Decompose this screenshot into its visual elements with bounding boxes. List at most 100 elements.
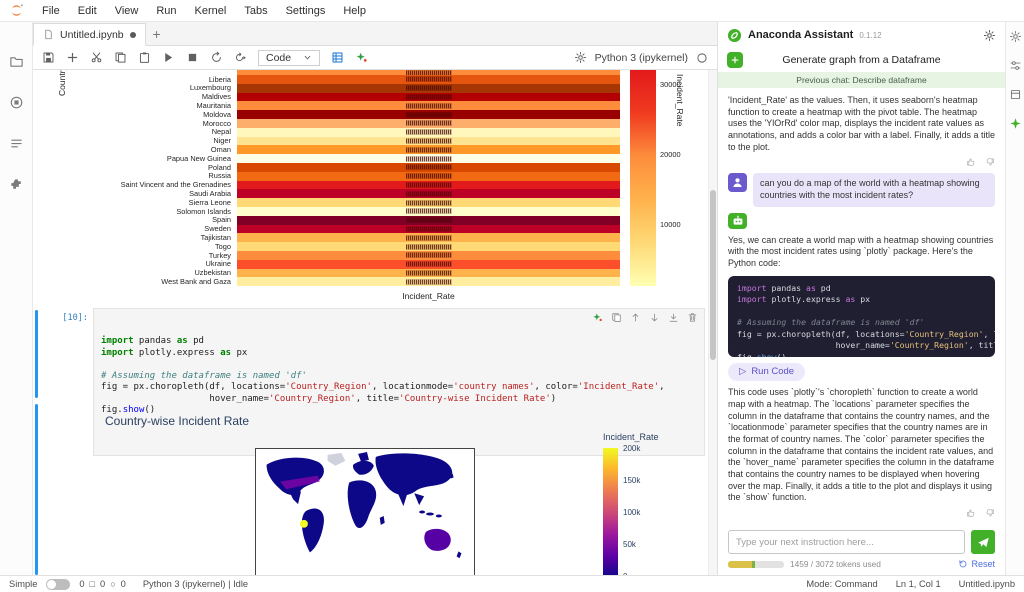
choropleth-output: Country-wise Incident Rate Incident_Rate… [41, 404, 708, 575]
thumb-down-icon[interactable] [985, 508, 995, 518]
heatmap-row-label: Sierra Leone [188, 197, 231, 207]
active-cell-bar[interactable] [35, 310, 38, 398]
heatmap-row: Niger [33, 136, 620, 146]
cut-icon[interactable] [90, 51, 103, 64]
delete-icon[interactable] [687, 312, 698, 323]
grid-icon[interactable] [331, 51, 344, 64]
move-down-icon[interactable] [649, 312, 660, 323]
reset-button[interactable]: Reset [958, 559, 995, 569]
tab-untitled-notebook[interactable]: Untitled.ipynb [33, 23, 146, 46]
add-cell-icon[interactable] [66, 51, 79, 64]
heatmap-colorbar-tick: 10000 [660, 220, 681, 229]
cursor-position[interactable]: Ln 1, Col 1 [896, 579, 941, 589]
heatmap-row: Spain [33, 215, 620, 225]
assistant-sparkle-icon[interactable] [1009, 117, 1022, 130]
heatmap-colorbar-label: Incident_Rate [675, 74, 685, 127]
running-sessions-icon[interactable] [9, 95, 24, 110]
menu-edit[interactable]: Edit [69, 2, 106, 20]
stop-icon[interactable] [186, 51, 199, 64]
heatmap-row: Luxembourg [33, 83, 620, 93]
heatmap-row-label: Niger [213, 136, 231, 146]
cell-toolbar [592, 312, 698, 323]
new-chat-button[interactable] [727, 52, 743, 68]
heatmap-annotations [405, 129, 452, 135]
previous-chat-banner[interactable]: Previous chat: Describe dataframe [718, 72, 1005, 88]
heatmap-row-label: Oman [210, 145, 231, 155]
heatmap-row-band [237, 189, 620, 199]
world-map[interactable] [255, 448, 475, 575]
menu-view[interactable]: View [106, 2, 148, 20]
thumb-up-icon[interactable] [966, 157, 976, 167]
heatmap-row: Nepal [33, 127, 620, 137]
gear-icon[interactable] [1009, 30, 1022, 43]
save-icon[interactable] [42, 51, 55, 64]
copy-icon[interactable] [114, 51, 127, 64]
inspector-icon[interactable] [1009, 88, 1022, 101]
kernel-name[interactable]: Python 3 (ipykernel) [595, 52, 688, 64]
menu-kernel[interactable]: Kernel [186, 2, 236, 20]
insert-below-icon[interactable] [668, 312, 679, 323]
assistant-code-block[interactable]: import pandas as pd import plotly.express… [728, 275, 995, 357]
code-line: fig.show() [737, 351, 787, 357]
new-tab-button[interactable]: + [146, 23, 168, 45]
kernel-status[interactable]: Python 3 (ipykernel) | Idle [143, 579, 248, 589]
mode-indicator[interactable]: Mode: Command [806, 579, 877, 589]
heatmap-row-band [237, 268, 620, 278]
menu-run[interactable]: Run [147, 2, 185, 20]
sparkle-icon[interactable] [592, 312, 603, 323]
paste-icon[interactable] [138, 51, 151, 64]
restart-icon[interactable] [210, 51, 223, 64]
instruction-input[interactable] [728, 530, 965, 554]
heatmap-annotations [405, 217, 452, 223]
heatmap-row-band [237, 83, 620, 93]
assistant-title: Anaconda Assistant [748, 29, 854, 41]
run-icon[interactable] [162, 51, 175, 64]
heatmap-row-band [237, 118, 620, 128]
assistant-settings-icon[interactable] [983, 29, 996, 42]
heatmap-row-label: West Bank and Gaza [161, 277, 231, 287]
active-cell-output-bar[interactable] [35, 404, 38, 575]
run-code-button[interactable]: ▷ Run Code [728, 362, 806, 382]
statusbar-filename: Untitled.ipynb [958, 579, 1015, 589]
extensions-icon[interactable] [9, 177, 24, 192]
thumb-down-icon[interactable] [985, 157, 995, 167]
chevron-down-icon [303, 53, 312, 62]
simple-mode-label: Simple [9, 579, 38, 589]
jupyter-logo-icon [8, 3, 25, 18]
heatmap-row-label: Maldives [201, 92, 231, 102]
kernel-status-icon[interactable] [696, 52, 708, 64]
tools-icon[interactable] [1009, 59, 1022, 72]
menu-settings[interactable]: Settings [277, 2, 335, 20]
choropleth-colorbar-tick: 200k [623, 444, 641, 453]
heatmap-row-band [237, 233, 620, 243]
simple-mode-toggle[interactable] [46, 578, 71, 590]
thumb-up-icon[interactable] [966, 508, 976, 518]
heatmap-xlabel: Incident_Rate [402, 291, 455, 301]
heatmap-row-band [237, 224, 620, 234]
unsaved-dot-icon[interactable] [129, 31, 136, 38]
send-button[interactable] [971, 530, 995, 554]
heatmap-row-label: Tajikistan [200, 233, 231, 243]
heatmap-row-label: Moldova [203, 109, 231, 119]
duplicate-icon[interactable] [611, 312, 622, 323]
heatmap-row-label: Morocco [202, 118, 231, 128]
restart-run-all-icon[interactable] [234, 51, 247, 64]
menu-help[interactable]: Help [334, 2, 375, 20]
notebook-scrollbar[interactable] [708, 70, 717, 575]
menu-tabs[interactable]: Tabs [235, 2, 276, 20]
folder-icon[interactable] [9, 54, 24, 69]
heatmap-row-label: Saint Vincent and the Grenadines [120, 180, 231, 190]
heatmap-row-band [237, 180, 620, 190]
menu-file[interactable]: File [33, 2, 69, 20]
sparkle-icon[interactable] [355, 51, 368, 64]
heatmap-row: Uzbekistan [33, 268, 620, 278]
table-of-contents-icon[interactable] [9, 136, 24, 151]
cell-type-dropdown[interactable]: Code [258, 49, 321, 66]
heatmap-row-label: Poland [207, 162, 231, 172]
heatmap-annotations [405, 252, 452, 258]
heatmap-row-band [237, 215, 620, 225]
scrollbar-thumb[interactable] [710, 190, 716, 360]
gear-icon[interactable] [574, 51, 587, 64]
heatmap-row-band [237, 259, 620, 269]
move-up-icon[interactable] [630, 312, 641, 323]
